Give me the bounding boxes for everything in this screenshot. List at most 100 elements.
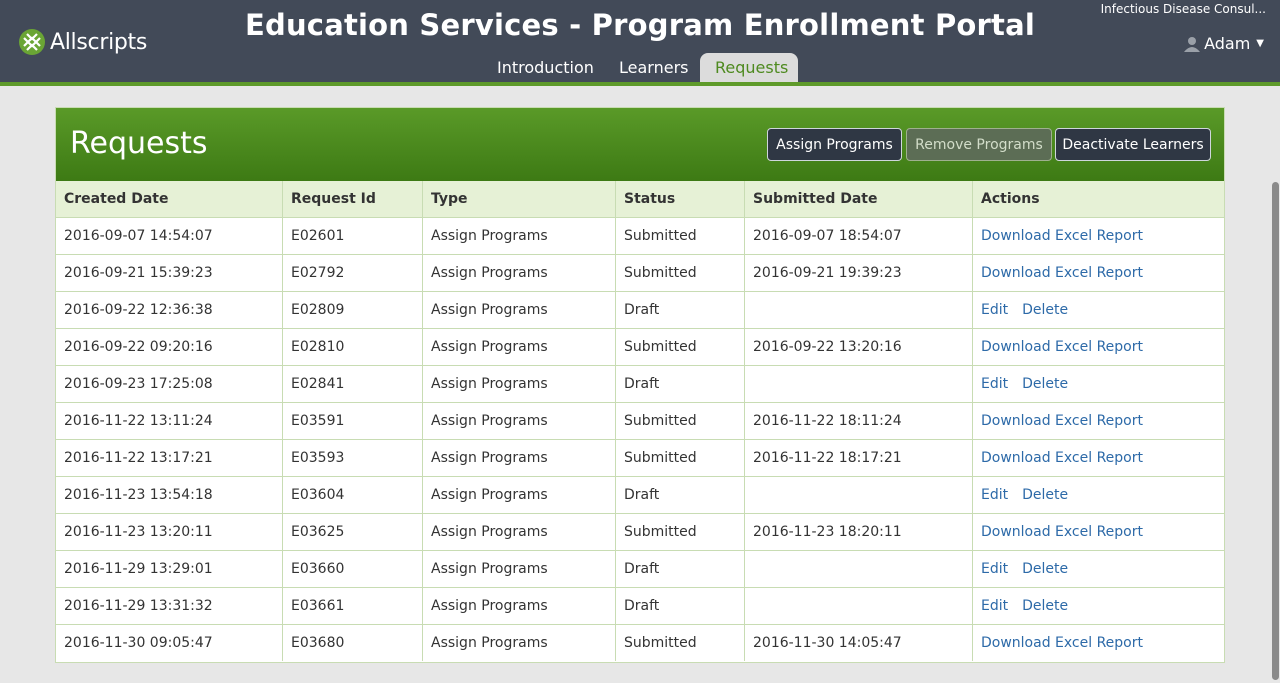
- action-delete-link[interactable]: Delete: [1022, 487, 1068, 503]
- cell-created-date: 2016-11-23 13:54:18: [56, 476, 283, 514]
- cell-actions: Download Excel Report: [972, 217, 1224, 255]
- cell-actions: Download Excel Report: [972, 328, 1224, 366]
- cell-request-id: E03593: [282, 439, 423, 477]
- cell-status: Submitted: [615, 624, 745, 661]
- cell-submitted-date: [744, 550, 973, 588]
- table-row[interactable]: 2016-11-22 13:17:21 E03593 Assign Programs…: [56, 439, 1224, 477]
- cell-type: Assign Programs: [422, 217, 616, 255]
- tab-introduction[interactable]: Introduction: [482, 53, 609, 82]
- tab-requests[interactable]: Requests: [700, 53, 798, 82]
- cell-actions: Edit Delete: [972, 291, 1224, 329]
- column-header-status[interactable]: Status: [615, 181, 745, 218]
- cell-submitted-date: [744, 365, 973, 403]
- cell-type: Assign Programs: [422, 587, 616, 625]
- action-download-excel-report-link[interactable]: Download Excel Report: [981, 450, 1143, 466]
- table-row[interactable]: 2016-11-30 09:05:47 E03680 Assign Programs…: [56, 624, 1224, 661]
- cell-actions: Download Excel Report: [972, 513, 1224, 551]
- cell-status: Submitted: [615, 402, 745, 440]
- top-header: Allscripts Education Services - Program …: [0, 0, 1280, 86]
- cell-type: Assign Programs: [422, 439, 616, 477]
- cell-request-id: E03661: [282, 587, 423, 625]
- table-row[interactable]: 2016-09-21 15:39:23 E02792 Assign Programs…: [56, 254, 1224, 292]
- table-row[interactable]: 2016-09-22 09:20:16 E02810 Assign Programs…: [56, 328, 1224, 366]
- table-row[interactable]: 2016-09-22 12:36:38 E02809 Assign Programs…: [56, 291, 1224, 329]
- cell-submitted-date: 2016-09-21 19:39:23: [744, 254, 973, 292]
- action-edit-link[interactable]: Edit: [981, 302, 1008, 318]
- cell-type: Assign Programs: [422, 550, 616, 588]
- cell-actions: Download Excel Report: [972, 254, 1224, 292]
- cell-submitted-date: [744, 476, 973, 514]
- column-header-type[interactable]: Type: [422, 181, 616, 218]
- table-row[interactable]: 2016-09-23 17:25:08 E02841 Assign Programs…: [56, 365, 1224, 403]
- page-scrollbar[interactable]: [1272, 182, 1279, 680]
- cell-submitted-date: 2016-11-23 18:20:11: [744, 513, 973, 551]
- cell-type: Assign Programs: [422, 291, 616, 329]
- cell-submitted-date: 2016-11-22 18:17:21: [744, 439, 973, 477]
- cell-actions: Edit Delete: [972, 365, 1224, 403]
- action-edit-link[interactable]: Edit: [981, 376, 1008, 392]
- cell-request-id: E02841: [282, 365, 423, 403]
- table-row[interactable]: 2016-11-22 13:11:24 E03591 Assign Programs…: [56, 402, 1224, 440]
- cell-status: Draft: [615, 291, 745, 329]
- table-row[interactable]: 2016-11-29 13:29:01 E03660 Assign Programs…: [56, 550, 1224, 588]
- cell-type: Assign Programs: [422, 624, 616, 661]
- cell-type: Assign Programs: [422, 328, 616, 366]
- action-delete-link[interactable]: Delete: [1022, 376, 1068, 392]
- action-download-excel-report-link[interactable]: Download Excel Report: [981, 635, 1143, 651]
- column-header-submitted-date[interactable]: Submitted Date: [744, 181, 973, 218]
- cell-created-date: 2016-09-22 12:36:38: [56, 291, 283, 329]
- cell-request-id: E03591: [282, 402, 423, 440]
- cell-type: Assign Programs: [422, 476, 616, 514]
- cell-created-date: 2016-11-23 13:20:11: [56, 513, 283, 551]
- cell-actions: Edit Delete: [972, 587, 1224, 625]
- action-download-excel-report-link[interactable]: Download Excel Report: [981, 339, 1143, 355]
- cell-status: Submitted: [615, 254, 745, 292]
- column-header-request-id[interactable]: Request Id: [282, 181, 423, 218]
- deactivate-learners-button[interactable]: Deactivate Learners: [1055, 128, 1211, 161]
- table-row[interactable]: 2016-11-23 13:54:18 E03604 Assign Programs…: [56, 476, 1224, 514]
- cell-status: Draft: [615, 587, 745, 625]
- action-delete-link[interactable]: Delete: [1022, 302, 1068, 318]
- cell-request-id: E03625: [282, 513, 423, 551]
- user-name: Adam: [1204, 34, 1251, 53]
- cell-submitted-date: 2016-11-22 18:11:24: [744, 402, 973, 440]
- requests-table: Created Date Request Id Type Status Subm…: [56, 181, 1224, 661]
- tab-learners[interactable]: Learners: [604, 53, 703, 82]
- action-edit-link[interactable]: Edit: [981, 487, 1008, 503]
- user-menu[interactable]: Adam ▼: [1184, 34, 1264, 53]
- cell-submitted-date: 2016-09-22 13:20:16: [744, 328, 973, 366]
- organization-name: Infectious Disease Consul...: [1100, 2, 1266, 16]
- table-row[interactable]: 2016-09-07 14:54:07 E02601 Assign Programs…: [56, 217, 1224, 255]
- action-edit-link[interactable]: Edit: [981, 598, 1008, 614]
- action-edit-link[interactable]: Edit: [981, 561, 1008, 577]
- requests-panel: Requests Assign Programs Remove Programs…: [55, 107, 1225, 663]
- cell-type: Assign Programs: [422, 402, 616, 440]
- panel-title: Requests: [70, 126, 208, 161]
- table-row[interactable]: 2016-11-29 13:31:32 E03661 Assign Programs…: [56, 587, 1224, 625]
- cell-submitted-date: [744, 587, 973, 625]
- cell-created-date: 2016-09-22 09:20:16: [56, 328, 283, 366]
- cell-request-id: E02810: [282, 328, 423, 366]
- cell-actions: Download Excel Report: [972, 402, 1224, 440]
- cell-created-date: 2016-11-30 09:05:47: [56, 624, 283, 661]
- column-header-created-date[interactable]: Created Date: [56, 181, 283, 218]
- action-download-excel-report-link[interactable]: Download Excel Report: [981, 265, 1143, 281]
- cell-actions: Download Excel Report: [972, 624, 1224, 661]
- user-icon: [1184, 36, 1201, 52]
- action-delete-link[interactable]: Delete: [1022, 598, 1068, 614]
- column-header-actions: Actions: [972, 181, 1224, 218]
- cell-created-date: 2016-11-29 13:29:01: [56, 550, 283, 588]
- remove-programs-button[interactable]: Remove Programs: [906, 128, 1052, 161]
- action-download-excel-report-link[interactable]: Download Excel Report: [981, 524, 1143, 540]
- caret-down-icon: ▼: [1256, 38, 1264, 49]
- nav-tabs: Introduction Learners Requests: [0, 53, 1280, 82]
- action-download-excel-report-link[interactable]: Download Excel Report: [981, 413, 1143, 429]
- cell-status: Submitted: [615, 328, 745, 366]
- assign-programs-button[interactable]: Assign Programs: [767, 128, 902, 161]
- action-delete-link[interactable]: Delete: [1022, 561, 1068, 577]
- cell-status: Submitted: [615, 217, 745, 255]
- cell-actions: Edit Delete: [972, 476, 1224, 514]
- table-row[interactable]: 2016-11-23 13:20:11 E03625 Assign Programs…: [56, 513, 1224, 551]
- action-download-excel-report-link[interactable]: Download Excel Report: [981, 228, 1143, 244]
- cell-created-date: 2016-09-07 14:54:07: [56, 217, 283, 255]
